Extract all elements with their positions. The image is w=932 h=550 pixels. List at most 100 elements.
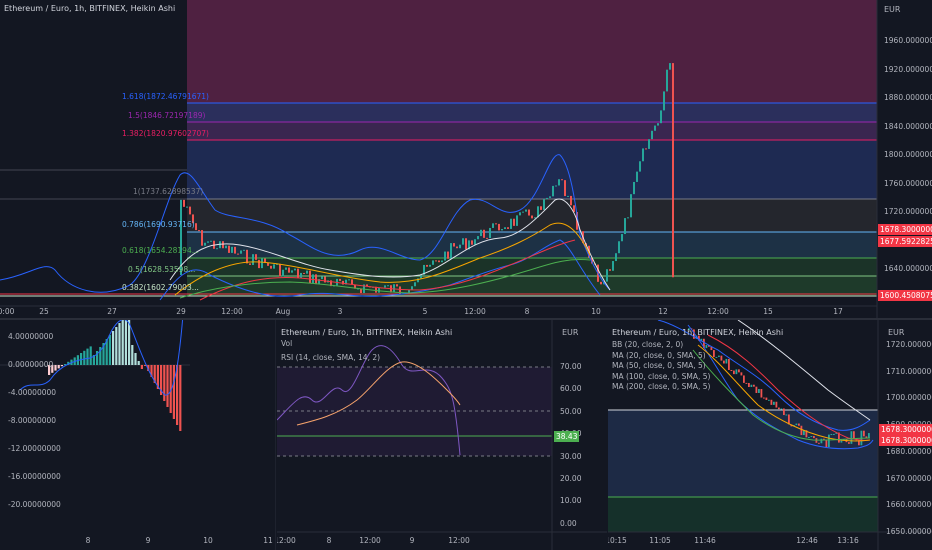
ma-time-label: 10:15 — [608, 536, 627, 545]
candle — [848, 442, 850, 444]
candle — [237, 253, 239, 255]
candle — [663, 91, 665, 111]
candle — [459, 244, 461, 249]
ma-price-label: 1650.00000000 — [886, 526, 932, 536]
osc-price-label: -20.00000000 — [8, 500, 61, 509]
histogram-bar — [166, 365, 169, 407]
candle — [810, 436, 813, 438]
ma-price-label: 1700.00000000 — [886, 393, 932, 403]
fib-level-label: 1(1737.62898537) — [133, 187, 204, 196]
candle — [498, 223, 500, 231]
candle — [795, 423, 798, 426]
candle — [291, 270, 293, 273]
time-axis-label: 12:00 — [221, 307, 243, 316]
main-chart-pane[interactable]: Ethereum / Euro, 1h, BITFINEX, Heikin As… — [0, 0, 932, 318]
candle — [546, 197, 548, 200]
pane-divider-horizontal[interactable] — [0, 318, 932, 320]
histogram-bar — [112, 331, 115, 365]
candle — [342, 280, 344, 285]
candle — [833, 433, 835, 435]
osc-price-label: -4.00000000 — [8, 388, 57, 397]
fib-zone-05 — [187, 276, 877, 296]
candle — [642, 148, 644, 162]
candle — [225, 245, 227, 249]
histogram-bar — [64, 364, 67, 365]
candle — [516, 215, 518, 226]
candle — [426, 264, 428, 267]
candle — [180, 199, 182, 275]
candle — [492, 223, 494, 228]
histogram-bar — [121, 320, 124, 365]
candle — [486, 237, 488, 239]
candle — [462, 238, 464, 245]
price-axis-label: 1880.00000000 — [884, 93, 932, 102]
ma-pane[interactable]: Ethereum / Euro, 1h, BITFINEX, Heikin As… — [608, 320, 932, 550]
candle — [725, 358, 728, 364]
rsi-pane[interactable]: Ethereum / Euro, 1h, BITFINEX, Heikin As… — [277, 320, 607, 550]
candle — [429, 264, 431, 267]
rsi-price-label: 0.00 — [560, 518, 577, 528]
candle — [396, 284, 398, 287]
candle — [441, 260, 443, 263]
time-axis-label: 12:00 — [464, 307, 486, 316]
time-axis-label: 8 — [524, 307, 530, 316]
histogram-bar — [118, 323, 121, 365]
ma-time-label: 11:46 — [694, 536, 716, 545]
rsi-value-tag: 38.43 — [554, 431, 580, 442]
candle — [621, 234, 623, 242]
candle — [555, 185, 557, 187]
rsi-time-label: 12:00 — [359, 536, 381, 545]
candle — [778, 407, 780, 410]
candle — [525, 209, 527, 212]
candle — [564, 180, 566, 197]
candle — [543, 199, 545, 210]
histogram-bar — [86, 348, 89, 365]
rsi-time-label: 12:00 — [448, 536, 470, 545]
time-axis-label: 17 — [833, 307, 843, 316]
main-chart-title: Ethereum / Euro, 1h, BITFINEX, Heikin As… — [4, 4, 176, 13]
time-axis-label: 12:00 — [707, 307, 729, 316]
price-axis-label: 1920.00000000 — [884, 64, 932, 74]
oscillator-pane[interactable]: 4.00000000 0.00000000 -4.00000000 -8.000000… — [0, 320, 276, 550]
candle — [483, 229, 485, 238]
candle — [713, 350, 715, 358]
candle — [651, 130, 653, 140]
time-axis-label: 10 — [591, 307, 601, 316]
time-axis-label: 3 — [337, 307, 343, 316]
candle — [306, 270, 308, 274]
time-axis-label: 0:00 — [0, 307, 15, 316]
fib-zone-top — [187, 0, 877, 103]
oscillator-canvas[interactable] — [0, 320, 276, 550]
fib-zone-1 — [187, 199, 877, 232]
fib-zone-1382 — [187, 140, 877, 199]
candle — [297, 268, 299, 279]
histogram-bar — [60, 365, 63, 367]
candle — [522, 211, 524, 213]
candle — [450, 243, 452, 259]
price-axis-label: 1720.00000000 — [884, 207, 932, 216]
osc-time-label: 11 — [263, 536, 273, 545]
ma-indicator-label: MA (200, close, 0, SMA, 5) — [612, 382, 711, 391]
candle — [552, 185, 554, 197]
candle — [294, 268, 296, 271]
rsi-price-label: 70.00 — [560, 362, 582, 371]
rsi-time-label: 8 — [326, 536, 332, 545]
candle — [453, 243, 455, 247]
time-axis-label: 27 — [107, 307, 117, 316]
candle — [750, 384, 753, 388]
candle — [348, 279, 350, 281]
candle — [201, 230, 203, 246]
candle — [735, 369, 738, 375]
candle — [723, 360, 725, 364]
fib-level-label: 0.5(1628.53598... — [128, 265, 196, 274]
candle — [255, 254, 257, 260]
price-tag: 1677.59228250 — [878, 236, 932, 247]
candle — [222, 241, 224, 249]
price-axis-label: 1960.00000000 — [884, 36, 932, 45]
candle — [763, 397, 765, 399]
rsi-price-label: 50.00 — [560, 406, 582, 416]
osc-price-label: -12.00000000 — [8, 444, 61, 453]
candle — [321, 276, 323, 280]
candle — [324, 276, 326, 283]
ma-price-label: 1710.00000000 — [886, 366, 932, 376]
